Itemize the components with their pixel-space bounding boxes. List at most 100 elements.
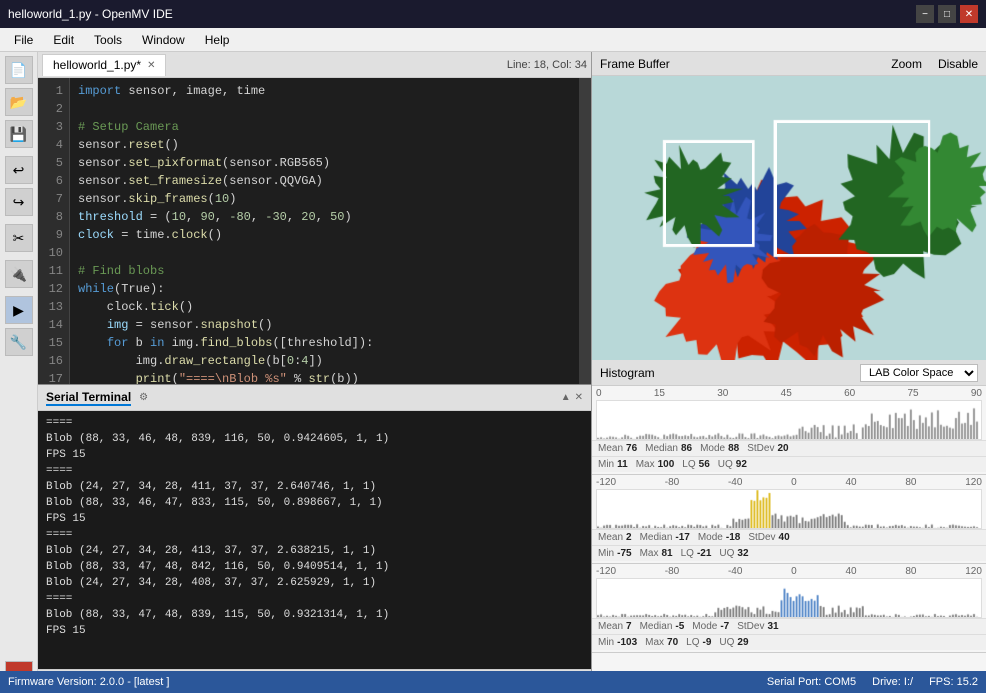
maximize-button[interactable]: □ (938, 5, 956, 23)
detection-rect-1 (664, 141, 754, 246)
b-axis: -120-80-4004080120 (592, 564, 986, 578)
b-uq: 29 (737, 637, 748, 648)
editor-tab[interactable]: helloworld_1.py* ✕ (42, 54, 166, 76)
main-container: 📄 📂 💾 ↩ ↪ ✂ 🔌 ▶ 🔧 ■ helloworld_1.py* ✕ L… (0, 52, 986, 693)
a-max: 81 (661, 548, 672, 559)
b-stdev: 31 (767, 621, 778, 632)
framebuffer-area: Frame Buffer Zoom Disable (592, 52, 986, 360)
l-uq: 92 (736, 459, 747, 470)
histogram-l-channel: 0153045607590 L Mean76 Median86 Mode88 S… (592, 386, 986, 475)
cut-button[interactable]: ✂ (5, 224, 33, 252)
framebuffer-header: Frame Buffer Zoom Disable (592, 52, 986, 76)
open-file-button[interactable]: 📂 (5, 88, 33, 116)
close-button[interactable]: ✕ (960, 5, 978, 23)
status-left: Firmware Version: 2.0.0 - [latest ] (8, 676, 169, 688)
editor-tab-label: helloworld_1.py* (53, 58, 141, 72)
a-axis: -120-80-4004080120 (592, 475, 986, 489)
a-min: -75 (617, 548, 631, 559)
histogram-label: Histogram (600, 366, 655, 380)
code-editor[interactable]: import sensor, image, time # Setup Camer… (70, 78, 579, 384)
minimize-button[interactable]: − (916, 5, 934, 23)
framebuffer-label: Frame Buffer (600, 57, 670, 71)
editor-scrollbar[interactable] (579, 78, 591, 384)
a-mean: 2 (626, 532, 632, 543)
serial-port: Serial Port: COM5 (767, 676, 856, 688)
editor-tab-close[interactable]: ✕ (147, 60, 155, 71)
a-uq: 32 (737, 548, 748, 559)
l-max: 100 (658, 459, 675, 470)
terminal-tabs: Serial Terminal ⚙ (46, 390, 148, 406)
terminal-area: Serial Terminal ⚙ ▲ ✕ ====Blob (88, 33, … (38, 384, 591, 669)
debug-button[interactable]: 🔧 (5, 328, 33, 356)
color-space-select[interactable]: LAB Color Space RGB Color Space Grayscal… (860, 364, 978, 382)
a-stats-row2: Min-75 Max81 LQ-21 UQ32 (592, 545, 986, 561)
l-histogram-canvas: L (596, 400, 982, 440)
connect-button[interactable]: 🔌 (5, 260, 33, 288)
zoom-button[interactable]: Zoom (891, 57, 922, 71)
l-median: 86 (681, 443, 692, 454)
b-mode: -7 (720, 621, 729, 632)
terminal-close-button[interactable]: ✕ (575, 392, 583, 403)
b-max: 70 (667, 637, 678, 648)
terminal-collapse-button[interactable]: ▲ (561, 392, 571, 403)
histogram-panel: 0153045607590 L Mean76 Median86 Mode88 S… (592, 386, 986, 693)
editor-content[interactable]: 12345 678910 1112131415 16171819 import … (38, 78, 591, 384)
run-button[interactable]: ▶ (5, 296, 33, 324)
statusbar: Firmware Version: 2.0.0 - [latest ] Seri… (0, 671, 986, 693)
menu-window[interactable]: Window (132, 31, 195, 49)
status-right: Serial Port: COM5 Drive: I:/ FPS: 15.2 (767, 676, 978, 688)
b-min: -103 (617, 637, 637, 648)
editor-tab-bar: helloworld_1.py* ✕ Line: 18, Col: 34 (38, 52, 591, 78)
serial-terminal-tab[interactable]: Serial Terminal (46, 390, 131, 406)
terminal-controls: ▲ ✕ (561, 392, 583, 403)
l-mode: 88 (728, 443, 739, 454)
titlebar-controls: − □ ✕ (916, 5, 978, 23)
l-mean: 76 (626, 443, 637, 454)
line-numbers: 12345 678910 1112131415 16171819 (38, 78, 70, 384)
b-lq: -9 (703, 637, 712, 648)
b-histogram-canvas: B (596, 578, 982, 618)
undo-button[interactable]: ↩ (5, 156, 33, 184)
a-mode: -18 (726, 532, 740, 543)
redo-button[interactable]: ↪ (5, 188, 33, 216)
disable-button[interactable]: Disable (938, 57, 978, 71)
a-lq: -21 (697, 548, 711, 559)
l-lq: 56 (699, 459, 710, 470)
b-mean: 7 (626, 621, 632, 632)
framebuffer-controls: Zoom Disable (891, 57, 978, 71)
a-histogram-canvas: A (596, 489, 982, 529)
l-stdev: 20 (777, 443, 788, 454)
drive-info: Drive: I:/ (872, 676, 913, 688)
terminal-tab-bar: Serial Terminal ⚙ ▲ ✕ (38, 385, 591, 411)
b-median: -5 (675, 621, 684, 632)
l-stats-row1: Mean76 Median86 Mode88 StDev20 (592, 440, 986, 456)
firmware-version: Firmware Version: 2.0.0 - [latest ] (8, 676, 169, 688)
l-axis: 0153045607590 (592, 386, 986, 400)
histogram-b-channel: -120-80-4004080120 B Mean7 Median-5 Mode… (592, 564, 986, 653)
fps-display: FPS: 15.2 (929, 676, 978, 688)
histogram-area: Histogram LAB Color Space RGB Color Spac… (592, 360, 986, 693)
b-stats-row1: Mean7 Median-5 Mode-7 StDev31 (592, 618, 986, 634)
camera-image-container (592, 76, 986, 360)
menu-file[interactable]: File (4, 31, 43, 49)
right-panel: Frame Buffer Zoom Disable Histogram LAB … (591, 52, 986, 693)
l-min: 11 (617, 459, 628, 470)
b-stats-row2: Min-103 Max70 LQ-9 UQ29 (592, 634, 986, 650)
detection-rect-2 (775, 121, 930, 256)
titlebar-title: helloworld_1.py - OpenMV IDE (8, 7, 173, 21)
menu-help[interactable]: Help (195, 31, 240, 49)
a-stdev: 40 (779, 532, 790, 543)
save-file-button[interactable]: 💾 (5, 120, 33, 148)
menubar: File Edit Tools Window Help (0, 28, 986, 52)
left-content: helloworld_1.py* ✕ Line: 18, Col: 34 123… (38, 52, 591, 693)
terminal-settings-icon[interactable]: ⚙ (139, 392, 148, 403)
terminal-content: ====Blob (88, 33, 46, 48, 839, 116, 50, … (38, 411, 591, 669)
new-file-button[interactable]: 📄 (5, 56, 33, 84)
editor-area: helloworld_1.py* ✕ Line: 18, Col: 34 123… (38, 52, 591, 384)
a-stats-row1: Mean2 Median-17 Mode-18 StDev40 (592, 529, 986, 545)
menu-tools[interactable]: Tools (84, 31, 132, 49)
a-median: -17 (675, 532, 689, 543)
titlebar: helloworld_1.py - OpenMV IDE − □ ✕ (0, 0, 986, 28)
left-toolbar: 📄 📂 💾 ↩ ↪ ✂ 🔌 ▶ 🔧 ■ (0, 52, 38, 693)
menu-edit[interactable]: Edit (43, 31, 84, 49)
